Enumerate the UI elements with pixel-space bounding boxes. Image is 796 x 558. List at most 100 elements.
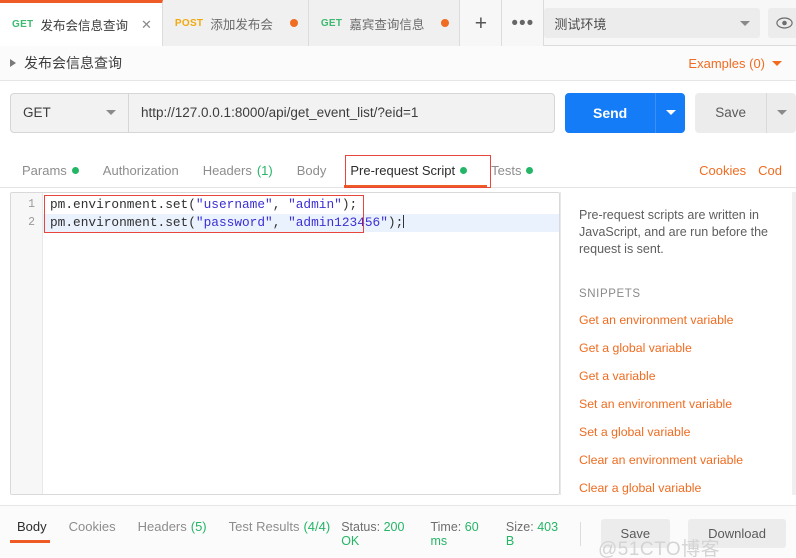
send-options-button[interactable] <box>655 92 686 133</box>
http-method-selector[interactable]: GET <box>10 92 128 133</box>
save-button-group: Save <box>695 92 796 133</box>
tab-label: Headers <box>202 163 252 178</box>
close-icon[interactable]: ✕ <box>141 18 152 31</box>
request-tab-2[interactable]: GET 嘉宾查询信息 <box>308 0 461 46</box>
size-metric: Size: 403 B <box>506 520 560 548</box>
code-string-token: "admin" <box>288 197 342 212</box>
response-tab-test-results[interactable]: Test Results (4/4) <box>218 519 342 543</box>
tab-count: (5) <box>190 519 207 534</box>
examples-label: Examples (0) <box>688 55 765 71</box>
code-string-token: "admin123456" <box>288 215 388 230</box>
tab-label: Pre-request Script <box>350 163 456 178</box>
response-save-button[interactable]: Save <box>600 519 671 548</box>
code-token: , <box>272 197 289 212</box>
tab-label: Body <box>296 163 327 178</box>
snippet-set-global-variable[interactable]: Set a global variable <box>579 425 782 439</box>
snippet-set-environment-variable[interactable]: Set an environment variable <box>579 397 782 411</box>
code-link[interactable]: Cod <box>758 163 782 178</box>
snippets-header: SNIPPETS <box>579 288 641 300</box>
snippet-get-global-variable[interactable]: Get a global variable <box>579 341 782 355</box>
snippet-clear-global-variable[interactable]: Clear a global variable <box>579 481 782 495</box>
response-tab-cookies[interactable]: Cookies <box>58 519 127 543</box>
save-button[interactable]: Save <box>695 92 766 133</box>
tab-params[interactable]: Params <box>10 163 91 187</box>
save-options-button[interactable] <box>766 92 796 133</box>
more-options-button[interactable]: ••• <box>502 0 545 46</box>
code-string-token: "username" <box>195 197 273 212</box>
tab-method-label: POST <box>174 17 204 29</box>
tab-tests[interactable]: Tests <box>479 163 545 187</box>
tab-count: (1) <box>256 163 273 178</box>
code-token: ); <box>387 215 404 230</box>
tab-body[interactable]: Body <box>285 163 339 187</box>
response-bar: Body Cookies Headers (5) Test Results (4… <box>0 505 796 558</box>
response-tabs: Body Cookies Headers (5) Test Results (4… <box>6 519 341 543</box>
snippet-get-variable[interactable]: Get a variable <box>579 369 782 383</box>
code-token: , <box>272 215 289 230</box>
code-line-1: pm.environment.set("username", "admin"); <box>43 196 559 214</box>
code-token: pm.environment.set( <box>50 197 196 212</box>
tab-authorization[interactable]: Authorization <box>91 163 191 187</box>
environment-name: 测试环境 <box>554 16 607 32</box>
tab-title-label: 添加发布会 <box>210 17 273 32</box>
chevron-down-icon <box>740 20 751 26</box>
chevron-down-icon <box>772 60 782 66</box>
url-input[interactable]: http://127.0.0.1:8000/api/get_event_list… <box>128 92 555 133</box>
request-title-bar: 发布会信息查询 Examples (0) <box>0 46 796 81</box>
time-metric: Time: 60 ms <box>430 520 487 548</box>
snippet-get-environment-variable[interactable]: Get an environment variable <box>579 313 782 327</box>
response-tab-headers[interactable]: Headers (5) <box>127 519 218 543</box>
tab-pre-request-script[interactable]: Pre-request Script <box>338 163 487 188</box>
status-metric: Status: 200 OK <box>341 520 412 548</box>
environment-quick-look-button[interactable] <box>768 8 796 38</box>
send-button[interactable]: Send <box>564 92 656 133</box>
chevron-down-icon <box>776 110 787 115</box>
chevron-down-icon <box>665 110 676 115</box>
tab-label: Test Results <box>228 519 300 534</box>
tab-headers[interactable]: Headers (1) <box>191 163 285 187</box>
pre-request-script-editor[interactable]: 1 2 pm.environment.set("username", "admi… <box>10 192 560 495</box>
code-token: pm.environment.set( <box>50 215 196 230</box>
new-tab-button[interactable]: + <box>460 0 503 46</box>
plus-icon: + <box>474 11 487 35</box>
snippets-description: Pre-request scripts are written in JavaS… <box>579 208 769 256</box>
response-tab-body[interactable]: Body <box>6 519 58 543</box>
tab-label: Headers <box>137 519 187 534</box>
tab-count: (4/4) <box>303 519 331 534</box>
environment-selector[interactable]: 测试环境 <box>544 8 761 38</box>
url-bar: GET http://127.0.0.1:8000/api/get_event_… <box>0 81 796 144</box>
tab-label: Params <box>22 163 67 178</box>
status-label: Status: <box>341 519 381 534</box>
http-method-value: GET <box>23 105 51 120</box>
snippets-panel: Pre-request scripts are written in JavaS… <box>560 192 796 495</box>
request-tabs-container: GET 发布会信息查询 ✕ POST 添加发布会 GET 嘉宾查询信息 + ••… <box>0 0 545 46</box>
tab-method-label: GET <box>12 19 34 30</box>
unsaved-indicator-icon <box>289 19 298 27</box>
divider <box>579 521 581 546</box>
environment-controls: 测试环境 <box>544 0 796 46</box>
response-download-button[interactable]: Download <box>688 519 786 548</box>
request-tab-strip: GET 发布会信息查询 ✕ POST 添加发布会 GET 嘉宾查询信息 + ••… <box>0 0 796 46</box>
tab-label: Authorization <box>102 163 179 178</box>
tab-label: Cookies <box>68 519 116 534</box>
page-title: 发布会信息查询 <box>24 55 122 71</box>
active-indicator-icon <box>460 167 468 174</box>
cookies-link[interactable]: Cookies <box>699 163 746 178</box>
eye-icon <box>776 17 793 29</box>
request-tab-0[interactable]: GET 发布会信息查询 ✕ <box>0 0 163 46</box>
code-line-2: pm.environment.set("password", "admin123… <box>43 214 559 232</box>
code-token: ); <box>341 197 358 212</box>
active-indicator-icon <box>71 167 79 174</box>
expand-triangle-icon[interactable] <box>10 59 16 67</box>
panel-scrollbar[interactable] <box>792 192 796 495</box>
editor-code-area[interactable]: pm.environment.set("username", "admin");… <box>43 193 559 494</box>
text-cursor <box>403 215 405 228</box>
request-tab-1[interactable]: POST 添加发布会 <box>162 0 309 46</box>
snippet-clear-environment-variable[interactable]: Clear an environment variable <box>579 453 782 467</box>
examples-dropdown[interactable]: Examples (0) <box>688 56 782 71</box>
tab-title-label: 发布会信息查询 <box>40 19 128 33</box>
postman-window: GET 发布会信息查询 ✕ POST 添加发布会 GET 嘉宾查询信息 + ••… <box>0 0 796 558</box>
request-section-tabs: Params Authorization Headers (1) Body Pr… <box>0 152 796 188</box>
tab-label: Body <box>17 519 47 534</box>
line-number: 1 <box>28 198 35 211</box>
